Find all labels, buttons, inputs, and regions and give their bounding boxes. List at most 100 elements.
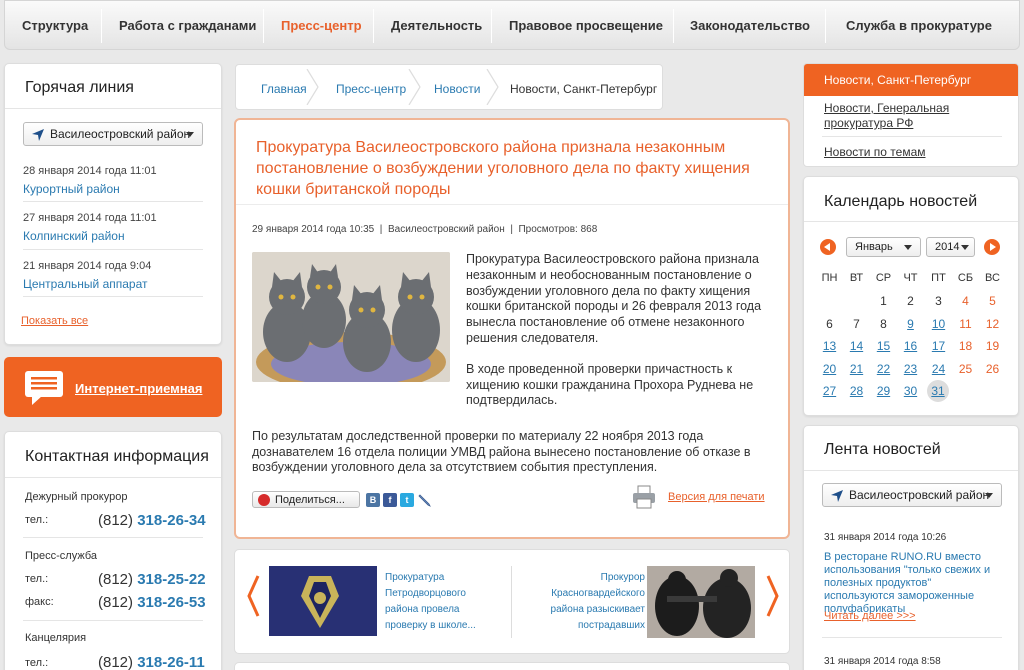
nav-item-activity[interactable]: Деятельность [391,18,482,33]
calendar-prev-icon[interactable] [820,239,836,255]
calendar-day: 8 [880,316,887,331]
calendar-day[interactable]: 15 [870,339,897,353]
chevron-left-icon[interactable] [246,574,260,618]
hotline-title: Горячая линия [25,79,134,96]
article-image-kittens [252,252,450,382]
location-arrow-icon [831,490,843,502]
phone-number: 318-25-22 [137,571,206,588]
calendar-day[interactable]: 28 [843,384,870,398]
calendar-day[interactable]: 14 [843,339,870,353]
nav-divider [263,9,264,43]
feed-item-date: 31 января 2014 года 8:58 [824,656,941,667]
printer-icon[interactable] [631,484,657,510]
article-paragraph: Прокуратура Василеостровского района при… [466,252,762,345]
divider [236,204,788,205]
phone-code: (812) [98,571,134,588]
calendar-day[interactable]: 23 [897,362,924,376]
divider [23,620,203,621]
carousel-item-right[interactable]: Прокурор Красногвардейского района разыс… [535,570,645,634]
read-more-link[interactable]: Читать далее >>> [824,610,916,622]
hotline-item: 27 января 2014 года 11:01 Колпинский рай… [23,212,203,243]
calendar-day[interactable]: 24 [925,362,952,376]
breadcrumb-separator-icon [306,69,319,105]
feed-item-link[interactable]: В ресторане RUNO.RU вместо использования… [824,551,1004,616]
hotline-item-date: 27 января 2014 года 11:01 [23,212,157,224]
facebook-icon[interactable]: f [383,493,397,507]
nav-item-legal-education[interactable]: Правовое просвещение [509,18,663,33]
news-feed-panel: Лента новостей Василеостровский район 31… [803,425,1019,670]
phone-number: 318-26-34 [137,512,206,529]
calendar-day: 1 [880,294,887,308]
calendar-day: 19 [985,339,1000,353]
twitter-icon[interactable]: t [400,493,414,507]
divider [23,296,203,297]
news-section-active[interactable]: Новости, Санкт-Петербург [804,64,1018,96]
phone-code: (812) [98,512,134,529]
breadcrumb-news[interactable]: Новости [434,82,480,96]
news-carousel: Прокуратура Петродворцового района прове… [234,549,790,654]
hotline-district-select[interactable]: Василеостровский район [23,122,203,146]
calendar-day[interactable]: 17 [925,339,952,353]
hotline-item: 28 января 2014 года 11:01 Курортный райо… [23,165,203,196]
divider [23,249,203,250]
vk-icon[interactable]: B [366,493,380,507]
nav-divider [673,9,674,43]
divider [5,108,221,109]
breadcrumb-home[interactable]: Главная [261,82,307,96]
nav-item-press-center[interactable]: Пресс-центр [281,18,362,33]
calendar-day[interactable]: 29 [870,384,897,398]
main-navigation: Структура Работа с гражданами Пресс-цент… [4,0,1020,50]
hotline-item-link[interactable]: Центральный аппарат [23,277,203,291]
nav-item-structure[interactable]: Структура [22,18,88,33]
news-calendar: Календарь новостей Январь 2014 ПН ВТ СР ЧТ П… [803,176,1019,416]
calendar-weekday: ЧТ [903,272,918,284]
chevron-right-icon[interactable] [766,574,780,618]
month-select[interactable]: Январь [846,237,921,257]
nav-item-legislation[interactable]: Законодательство [690,18,810,33]
print-version-link[interactable]: Версия для печати [668,491,765,503]
breadcrumb-current: Новости, Санкт-Петербург [510,82,658,96]
calendar-day[interactable]: 27 [816,384,843,398]
calendar-day[interactable]: 9 [897,317,924,331]
internet-reception-button[interactable]: Интернет-приемная [4,357,222,417]
chevron-down-icon [961,245,969,250]
year-select[interactable]: 2014 [926,237,975,257]
divider [822,637,1002,638]
feed-district-value: Василеостровский район [849,488,990,502]
contact-phone: (812) 318-25-22 [98,571,206,588]
calendar-day[interactable]: 20 [816,362,843,376]
contact-group-name: Пресс-служба [25,550,97,562]
calendar-day[interactable]: 13 [816,339,843,353]
calendar-day[interactable]: 22 [870,362,897,376]
calendar-next-icon[interactable] [984,239,1000,255]
calendar-day[interactable]: 31 [927,380,949,402]
calendar-day[interactable]: 16 [897,339,924,353]
livejournal-icon[interactable] [418,493,432,507]
share-icon [258,494,270,506]
feed-district-select[interactable]: Василеостровский район [822,483,1002,507]
hotline-panel: Горячая линия Василеостровский район 28 … [4,63,222,345]
hotline-item-link[interactable]: Курортный район [23,182,203,196]
news-section-item[interactable]: Новости, Генеральная прокуратура РФ [824,101,974,131]
calendar-day[interactable]: 21 [843,362,870,376]
article-district-link[interactable]: Василеостровский район [388,224,505,235]
chevron-down-icon [186,132,194,137]
breadcrumb-press-center[interactable]: Пресс-центр [336,82,406,96]
share-button[interactable]: Поделиться... [252,491,360,508]
chevron-down-icon [985,493,993,498]
news-section-item[interactable]: Новости по темам [824,145,926,160]
carousel-item-left[interactable]: Прокуратура Петродворцового района прове… [385,570,495,634]
nav-item-citizens[interactable]: Работа с гражданами [119,18,256,33]
hotline-item: 21 января 2014 года 9:04 Центральный апп… [23,260,203,291]
feed-title: Лента новостей [824,441,941,458]
show-all-link[interactable]: Показать все [21,315,88,327]
nav-divider [373,9,374,43]
phone-number: 318-26-11 [137,654,205,670]
internet-reception-label: Интернет-приемная [75,381,203,396]
calendar-day[interactable]: 30 [897,384,924,398]
hotline-item-link[interactable]: Колпинский район [23,229,203,243]
nav-item-service[interactable]: Служба в прокуратуре [846,18,992,33]
calendar-day[interactable]: 10 [925,317,952,331]
calendar-weekday: ВТ [849,272,864,284]
contacts-panel: Контактная информация Дежурный прокурор … [4,431,222,670]
